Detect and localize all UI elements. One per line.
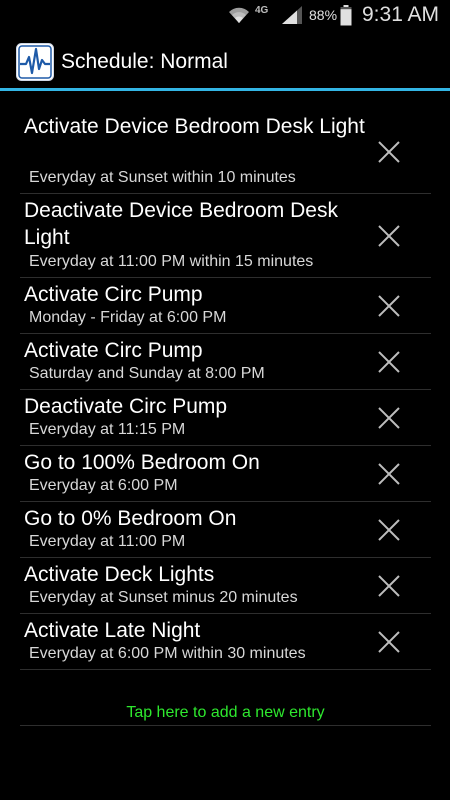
delete-entry-close-icon[interactable] [377,224,401,248]
schedule-entry[interactable]: Activate Deck Lights Everyday at Sunset … [20,558,431,614]
action-bar-accent-divider [0,88,450,91]
schedule-entry[interactable]: Deactivate Circ Pump Everyday at 11:15 P… [20,390,431,446]
entry-schedule: Saturday and Sunday at 8:00 PM [29,365,265,382]
add-entry-button[interactable]: Tap here to add a new entry [20,692,431,726]
entry-title: Go to 100% Bedroom On [24,451,260,474]
entry-title: Activate Circ Pump [24,283,203,306]
delete-entry-close-icon[interactable] [377,294,401,318]
entry-title: Activate Device Bedroom Desk Light [24,115,365,138]
pulse-waveform-logo-icon[interactable] [16,43,54,81]
entry-schedule: Everyday at 11:00 PM within 15 minutes [29,253,314,270]
delete-entry-close-icon[interactable] [377,140,401,164]
delete-entry-close-icon[interactable] [377,630,401,654]
delete-entry-close-icon[interactable] [377,574,401,598]
schedule-list: Activate Device Bedroom Desk Light Every… [20,110,431,670]
schedule-entry[interactable]: Activate Late Night Everyday at 6:00 PM … [20,614,431,670]
schedule-entry[interactable]: Deactivate Device Bedroom Desk Light Eve… [20,194,431,278]
clock: 9:31 AM [362,3,440,26]
schedule-entry[interactable]: Go to 100% Bedroom On Everyday at 6:00 P… [20,446,431,502]
status-bar: 4G 88% 9:31 AM [0,0,450,33]
entry-title: Deactivate Device Bedroom Desk Light [24,199,338,249]
delete-entry-close-icon[interactable] [377,518,401,542]
action-bar: Schedule: Normal [0,33,450,88]
delete-entry-close-icon[interactable] [377,462,401,486]
entry-schedule: Everyday at 11:15 PM [29,421,186,438]
screen: 4G 88% 9:31 AM Schedule: Normal Activate… [0,0,450,800]
entry-schedule: Everyday at 6:00 PM within 30 minutes [29,645,306,662]
schedule-entry[interactable]: Activate Circ Pump Monday - Friday at 6:… [20,278,431,334]
screen-title: Schedule: Normal [61,50,228,73]
entry-schedule: Everyday at Sunset minus 20 minutes [29,589,298,606]
entry-title: Activate Circ Pump [24,339,203,362]
battery-icon [340,5,352,26]
entry-schedule: Everyday at Sunset within 10 minutes [29,169,296,186]
network-type-label: 4G [255,5,269,16]
entry-title: Activate Deck Lights [24,563,215,586]
entry-schedule: Monday - Friday at 6:00 PM [29,309,227,326]
entry-title: Go to 0% Bedroom On [24,507,237,530]
schedule-entry[interactable]: Activate Circ Pump Saturday and Sunday a… [20,334,431,390]
wifi-icon [229,7,249,23]
schedule-entry[interactable]: Go to 0% Bedroom On Everyday at 11:00 PM [20,502,431,558]
battery-percentage: 88% [309,7,338,23]
add-entry-label: Tap here to add a new entry [126,704,325,721]
entry-schedule: Everyday at 6:00 PM [29,477,178,494]
signal-strength-icon [282,6,302,24]
delete-entry-close-icon[interactable] [377,350,401,374]
delete-entry-close-icon[interactable] [377,406,401,430]
schedule-entry[interactable]: Activate Device Bedroom Desk Light Every… [20,110,431,194]
entry-title: Deactivate Circ Pump [24,395,228,418]
entry-title: Activate Late Night [24,619,201,642]
entry-schedule: Everyday at 11:00 PM [29,533,186,550]
